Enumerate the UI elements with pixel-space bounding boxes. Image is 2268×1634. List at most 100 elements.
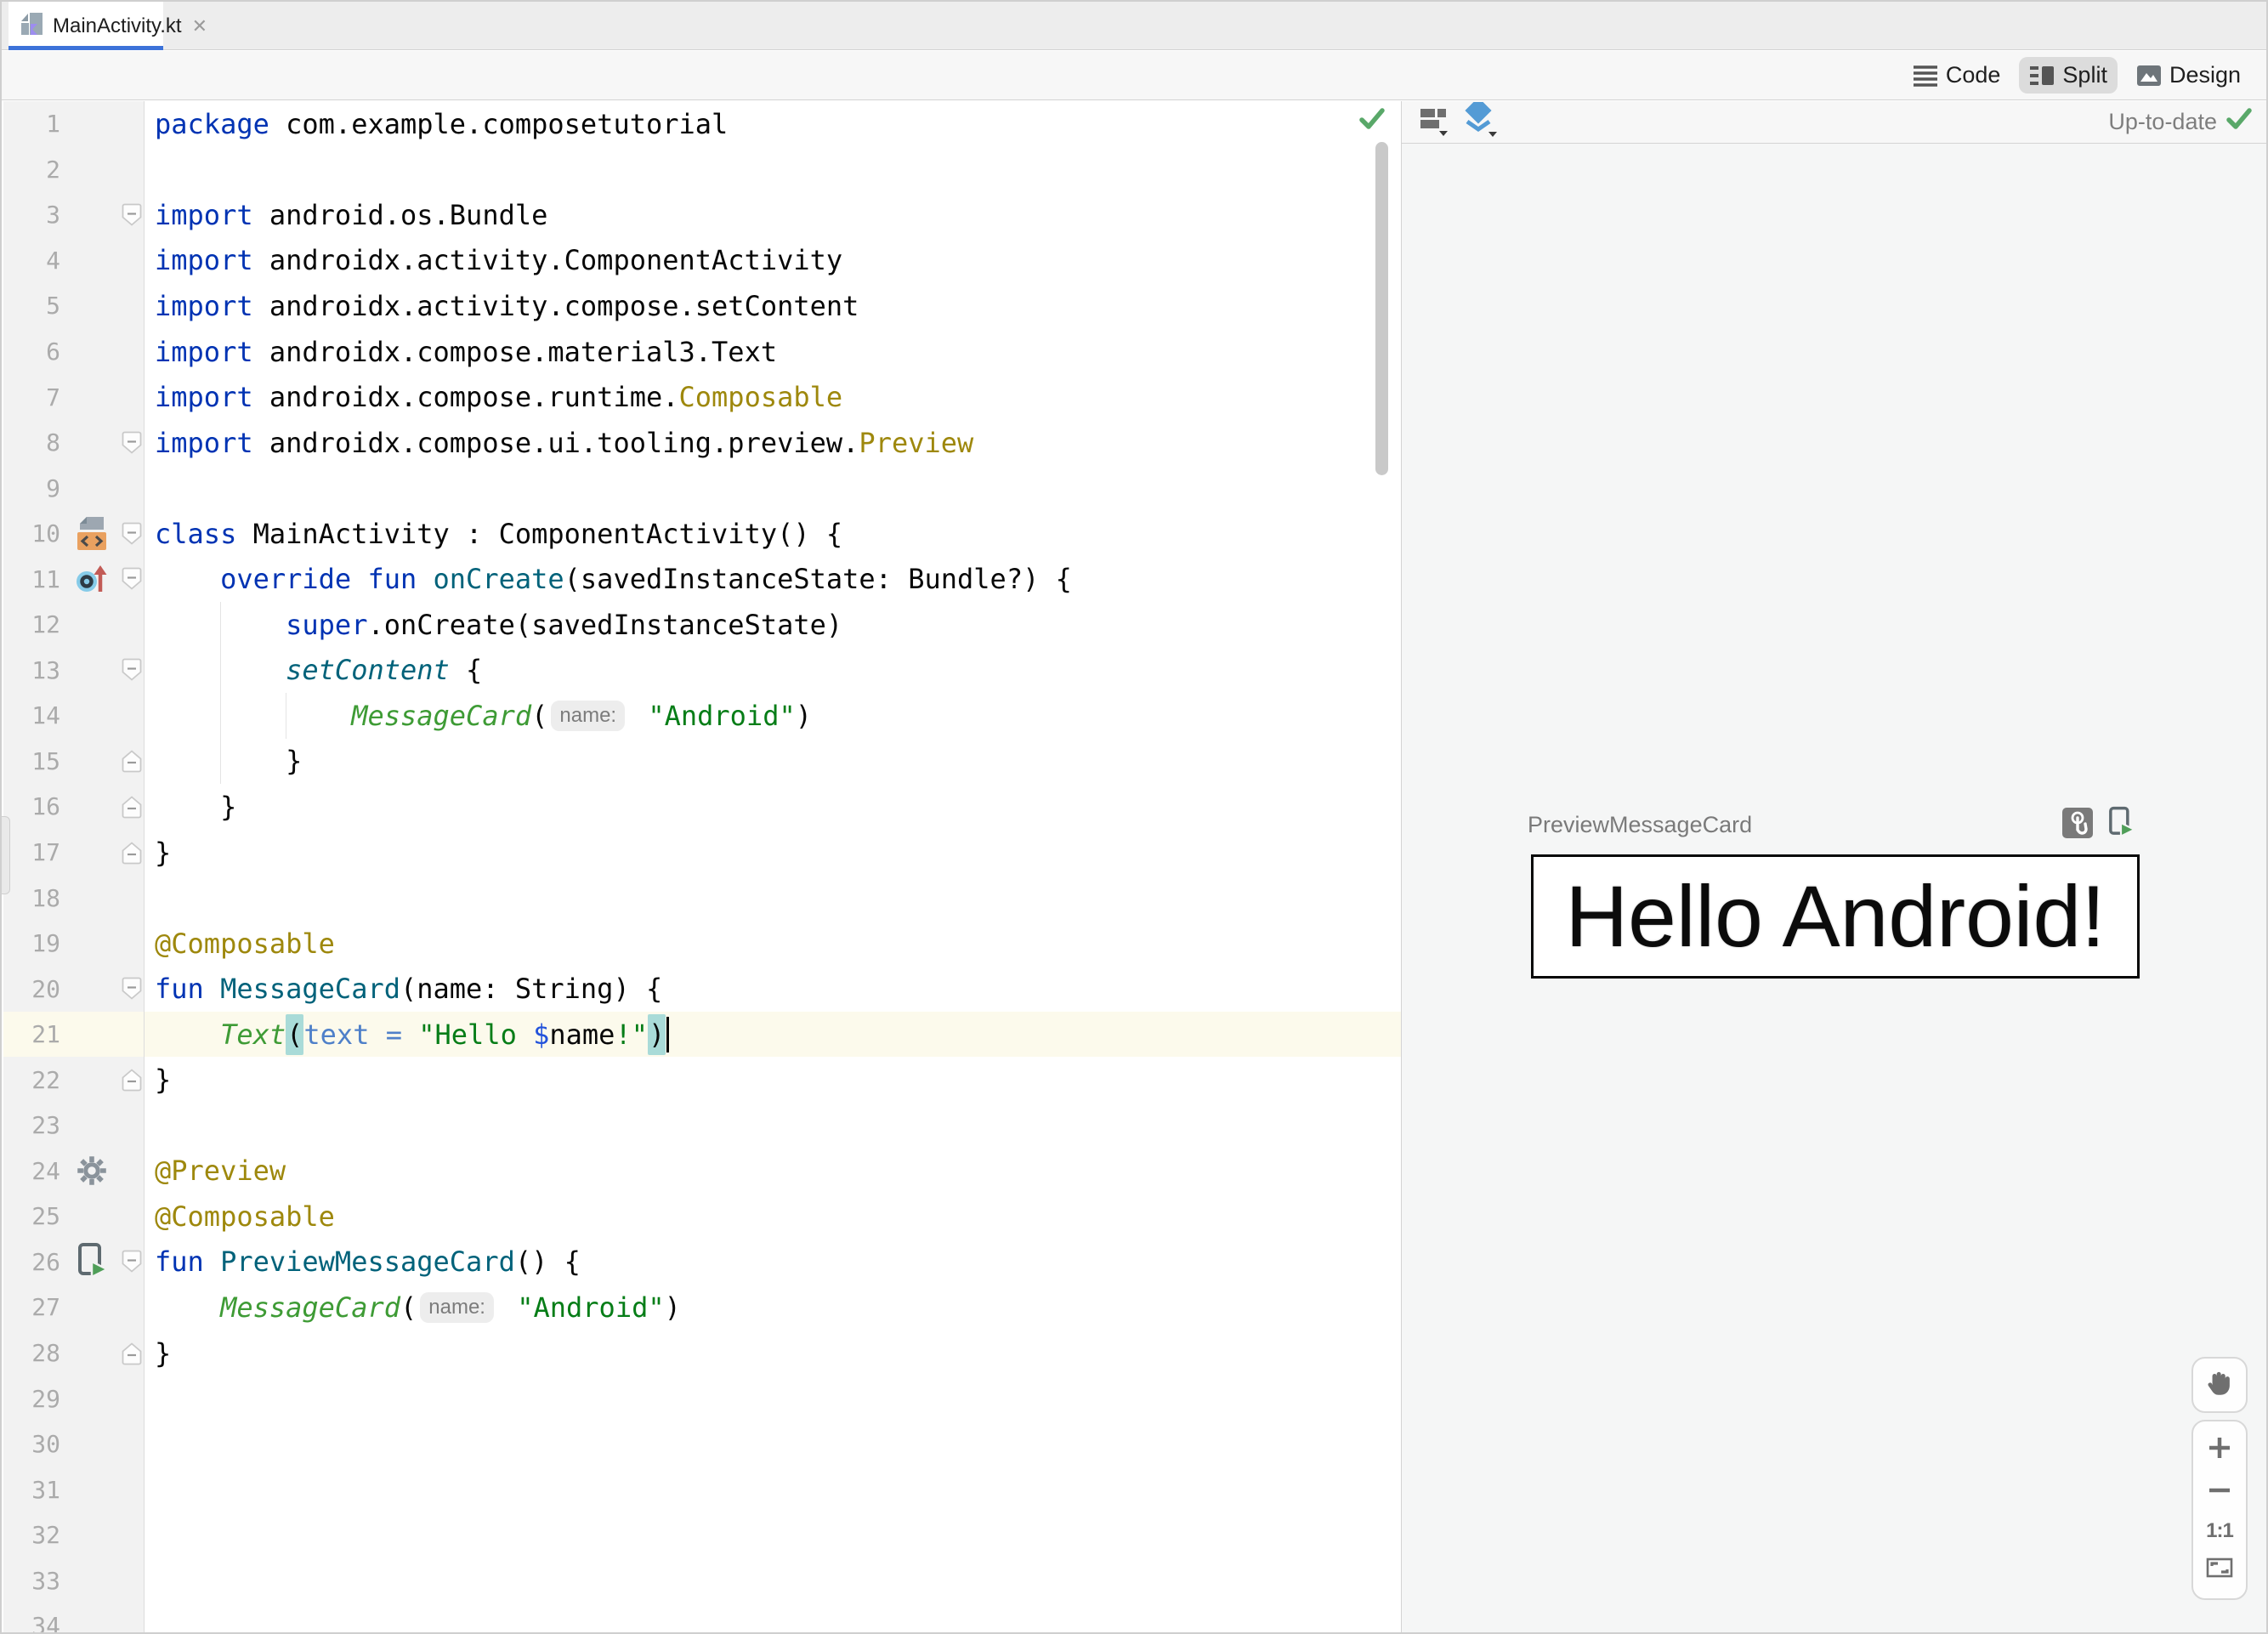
- editor-scrollbar[interactable]: [1375, 142, 1388, 475]
- code-text[interactable]: }: [145, 1330, 1401, 1376]
- code-line-23[interactable]: 23: [3, 1103, 1401, 1149]
- code-text[interactable]: [145, 1558, 1401, 1604]
- code-line-8[interactable]: 8 import androidx.compose.ui.tooling.prev…: [3, 419, 1401, 466]
- code-text[interactable]: [145, 1421, 1401, 1467]
- code-text[interactable]: fun PreviewMessageCard() {: [145, 1240, 1401, 1285]
- code-text[interactable]: @Preview: [145, 1149, 1401, 1194]
- code-line-10[interactable]: 10 class MainActivity : ComponentActivity…: [3, 510, 1401, 557]
- code-text[interactable]: import androidx.compose.runtime. Composab…: [145, 374, 1401, 420]
- code-text[interactable]: import androidx.compose.ui.tooling.previ…: [145, 420, 1401, 466]
- code-text[interactable]: class MainActivity : ComponentActivity()…: [145, 511, 1401, 557]
- code-text[interactable]: [145, 875, 1401, 921]
- code-text[interactable]: [145, 465, 1401, 511]
- fold-marker-icon[interactable]: [119, 738, 145, 785]
- code-line-25[interactable]: 25 @Composable: [3, 1194, 1401, 1240]
- code-line-12[interactable]: 12 super .onCreate(savedInstanceState): [3, 602, 1401, 648]
- fold-marker-icon[interactable]: [119, 510, 145, 557]
- layers-icon[interactable]: [1463, 97, 1500, 142]
- code-line-20[interactable]: 20 fun MessageCard (name: String) {: [3, 966, 1401, 1012]
- fold-marker-icon[interactable]: [119, 419, 145, 466]
- code-text[interactable]: MessageCard(name: "Android"): [145, 1285, 1401, 1330]
- code-line-17[interactable]: 17}: [3, 829, 1401, 876]
- code-line-18[interactable]: 18: [3, 875, 1401, 921]
- code-text[interactable]: }: [145, 1057, 1401, 1103]
- code-line-34[interactable]: 34: [3, 1603, 1401, 1632]
- code-line-22[interactable]: 22}: [3, 1057, 1401, 1104]
- fold-marker-icon[interactable]: [119, 647, 145, 694]
- code-text[interactable]: [145, 1603, 1401, 1632]
- code-line-32[interactable]: 32: [3, 1512, 1401, 1558]
- code-line-9[interactable]: 9: [3, 465, 1401, 511]
- zoom-out-button[interactable]: [2193, 1477, 2246, 1508]
- code-text[interactable]: package com.example.composetutorial: [145, 101, 1401, 147]
- close-icon[interactable]: ✕: [192, 15, 207, 37]
- code-line-29[interactable]: 29: [3, 1376, 1401, 1421]
- code-line-11[interactable]: 11 override fun onCreate (savedInstanceSt…: [3, 556, 1401, 603]
- code-line-31[interactable]: 31: [3, 1467, 1401, 1512]
- tool-window-handle[interactable]: [2, 816, 10, 894]
- code-line-14[interactable]: 14 MessageCard(name: "Android"): [3, 693, 1401, 739]
- code-line-3[interactable]: 3 import android.os.Bundle: [3, 192, 1401, 238]
- fold-marker-icon[interactable]: [119, 829, 145, 876]
- run-on-device-icon[interactable]: [2104, 805, 2138, 845]
- code-line-21[interactable]: 21 Text(text = "Hello $ name !"): [3, 1011, 1401, 1058]
- code-line-2[interactable]: 2: [3, 146, 1401, 193]
- fold-marker-icon[interactable]: [119, 784, 145, 830]
- code-line-16[interactable]: 16 }: [3, 784, 1401, 830]
- code-line-1[interactable]: 1 package com.example.composetutorial: [3, 101, 1401, 147]
- code-text[interactable]: fun MessageCard (name: String) {: [145, 966, 1401, 1012]
- code-text[interactable]: }: [145, 784, 1401, 830]
- preview-render-frame[interactable]: Hello Android!: [1531, 854, 2140, 979]
- code-text[interactable]: @Composable: [145, 1194, 1401, 1240]
- code-line-28[interactable]: 28}: [3, 1330, 1401, 1376]
- code-text[interactable]: [145, 1376, 1401, 1421]
- code-text[interactable]: [145, 147, 1401, 193]
- code-text[interactable]: import android.os.Bundle: [145, 192, 1401, 238]
- interactive-mode-icon[interactable]: [2061, 807, 2094, 843]
- code-text[interactable]: }: [145, 738, 1401, 785]
- code-text[interactable]: [145, 1512, 1401, 1558]
- fold-marker-icon[interactable]: [119, 556, 145, 603]
- mode-split-button[interactable]: Split: [2019, 57, 2118, 94]
- pan-button[interactable]: [2191, 1357, 2248, 1413]
- fold-marker-icon[interactable]: [119, 192, 145, 238]
- code-text[interactable]: Text(text = "Hello $ name !"): [145, 1012, 1401, 1058]
- mode-code-button[interactable]: Code: [1902, 57, 2011, 94]
- code-line-5[interactable]: 5 import androidx.activity.compose.setCon…: [3, 283, 1401, 329]
- code-text[interactable]: import androidx.activity.compose.setCont…: [145, 283, 1401, 329]
- fold-marker-icon[interactable]: [119, 1330, 145, 1376]
- class-preview-icon[interactable]: [65, 510, 119, 557]
- grid-view-icon[interactable]: [1419, 104, 1449, 140]
- code-text[interactable]: setContent {: [145, 647, 1401, 694]
- run-preview-icon[interactable]: [65, 1239, 119, 1285]
- code-text[interactable]: }: [145, 830, 1401, 876]
- code-line-4[interactable]: 4 import androidx.activity.ComponentActiv…: [3, 237, 1401, 284]
- code-editor[interactable]: 1 package com.example.composetutorial 2 3 im…: [3, 101, 1401, 1632]
- actual-size-button[interactable]: 1:1: [2193, 1519, 2246, 1543]
- code-text[interactable]: override fun onCreate (savedInstanceState…: [145, 556, 1401, 602]
- override-icon[interactable]: [65, 556, 119, 603]
- zoom-in-button[interactable]: [2193, 1434, 2246, 1466]
- code-line-27[interactable]: 27 MessageCard(name: "Android"): [3, 1285, 1401, 1330]
- code-text[interactable]: [145, 1103, 1401, 1149]
- code-line-13[interactable]: 13 setContent {: [3, 647, 1401, 694]
- code-text[interactable]: @Composable: [145, 921, 1401, 967]
- tab-mainactivity[interactable]: MainActivity.kt ✕: [9, 2, 207, 50]
- fold-marker-icon[interactable]: [119, 1057, 145, 1104]
- code-text[interactable]: import androidx.activity.ComponentActivi…: [145, 238, 1401, 284]
- code-line-6[interactable]: 6 import androidx.compose.material3.Text: [3, 328, 1401, 375]
- code-text[interactable]: import androidx.compose.material3.Text: [145, 329, 1401, 375]
- code-line-24[interactable]: 24 @Preview: [3, 1148, 1401, 1194]
- code-line-26[interactable]: 26 fun PreviewMessageCard() {: [3, 1239, 1401, 1285]
- code-text[interactable]: MessageCard(name: "Android"): [145, 693, 1401, 739]
- code-line-15[interactable]: 15 }: [3, 738, 1401, 785]
- fold-marker-icon[interactable]: [119, 966, 145, 1012]
- code-line-30[interactable]: 30: [3, 1421, 1401, 1467]
- code-line-19[interactable]: 19 @Composable: [3, 920, 1401, 967]
- code-text[interactable]: super .onCreate(savedInstanceState): [145, 602, 1401, 648]
- code-line-7[interactable]: 7 import androidx.compose.runtime. Composa…: [3, 374, 1401, 420]
- fold-marker-icon[interactable]: [119, 1239, 145, 1285]
- code-text[interactable]: [145, 1467, 1401, 1512]
- mode-design-button[interactable]: Design: [2126, 57, 2251, 94]
- settings-icon[interactable]: [65, 1148, 119, 1194]
